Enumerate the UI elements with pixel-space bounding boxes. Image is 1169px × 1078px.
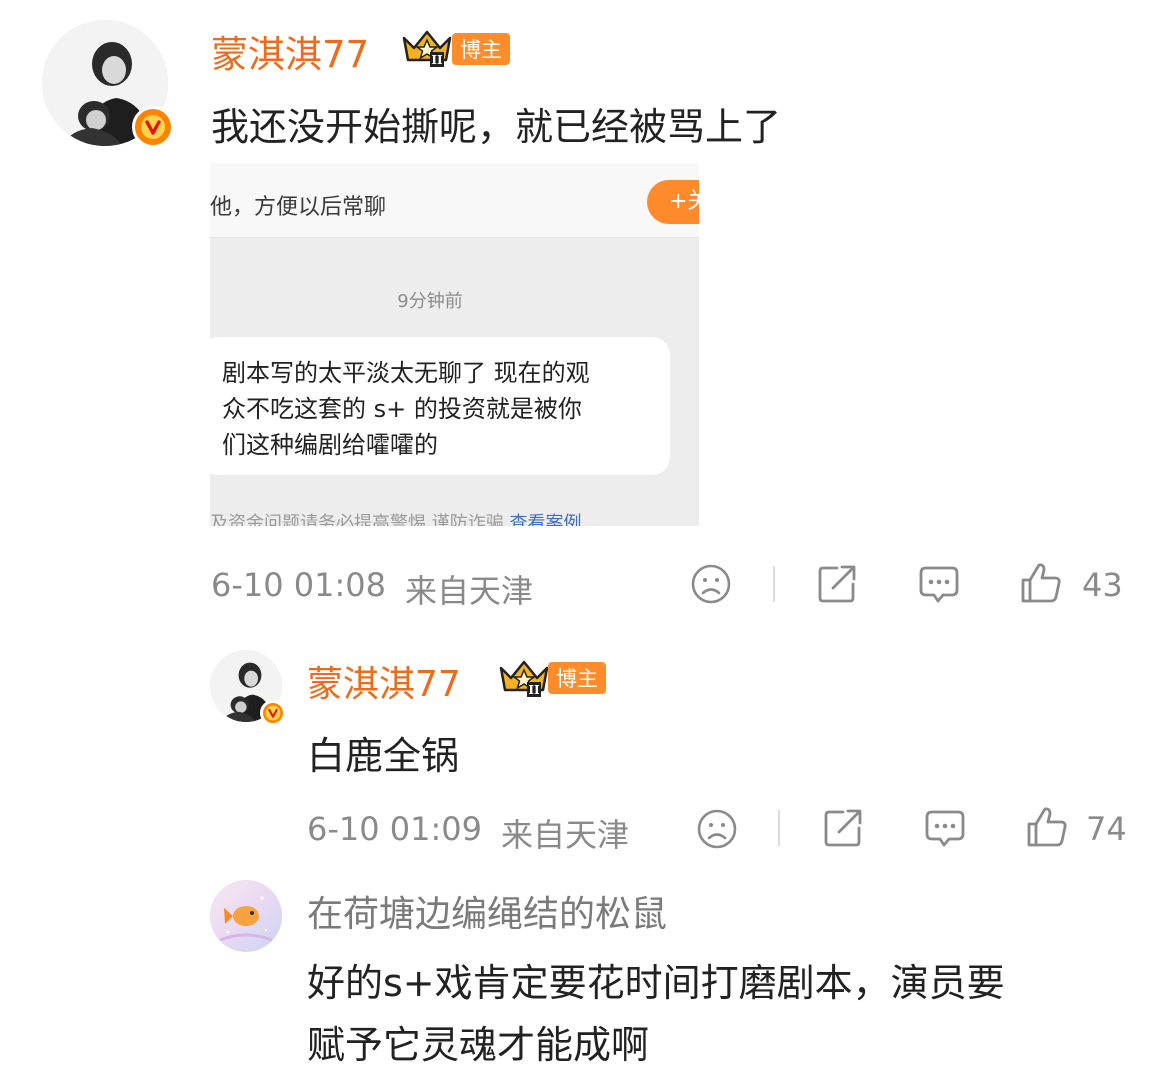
comment-icon[interactable] xyxy=(923,808,967,850)
bubble-line: 众不吃这套的 s+ 的投资就是被你 xyxy=(222,395,582,423)
verified-v-icon xyxy=(132,106,174,148)
avatar[interactable] xyxy=(210,880,282,952)
attachment-timestamp: 9分钟前 xyxy=(397,291,463,312)
comment-1-avatar-wrap[interactable] xyxy=(42,20,176,148)
comment-icon[interactable] xyxy=(917,564,961,606)
comment-2-location: 来自天津 xyxy=(501,816,630,854)
action-divider xyxy=(778,810,780,846)
crown-icon: II xyxy=(400,28,454,68)
attachment-header-text: 他，方便以后常聊 xyxy=(210,195,387,220)
sad-face-icon[interactable] xyxy=(690,563,732,605)
blogger-badge: 博主 xyxy=(548,662,606,694)
comment-2-like-count: 74 xyxy=(1086,810,1127,848)
comment-3-text-line-1: 好的s+戏肯定要花时间打磨剧本，演员要 xyxy=(307,961,1005,1005)
comment-1-text: 我还没开始撕呢，就已经被骂上了 xyxy=(211,105,782,149)
comment-3-avatar-wrap[interactable] xyxy=(210,880,282,952)
comment-2-avatar-wrap[interactable] xyxy=(210,650,288,726)
share-icon[interactable] xyxy=(821,806,865,850)
action-divider xyxy=(773,566,775,602)
comment-1-location: 来自天津 xyxy=(405,572,534,610)
comment-1-time: 6-10 01:08 xyxy=(211,566,387,604)
svg-text:II: II xyxy=(431,53,443,67)
comment-2-time: 6-10 01:09 xyxy=(307,810,483,848)
comment-1-image-attachment[interactable]: 他，方便以后常聊 +关 9分钟前 剧本写的太平淡太无聊了 现在的观 众不吃这套的… xyxy=(210,163,699,526)
crown-icon: II xyxy=(497,658,551,698)
attachment-message-bubble: 剧本写的太平淡太无聊了 现在的观 众不吃这套的 s+ 的投资就是被你 们这种编剧… xyxy=(210,337,670,475)
svg-text:II: II xyxy=(528,683,540,697)
thumbs-up-icon[interactable] xyxy=(1024,804,1070,850)
bubble-line: 剧本写的太平淡太无聊了 现在的观 xyxy=(222,359,590,387)
bubble-line: 们这种编剧给嚯嚯的 xyxy=(222,431,438,459)
verified-v-icon xyxy=(260,700,286,726)
share-icon[interactable] xyxy=(815,562,859,606)
thumbs-up-icon[interactable] xyxy=(1018,560,1064,606)
attachment-follow-button: +关 xyxy=(647,180,699,224)
avatar-image xyxy=(210,880,282,952)
comment-1-username[interactable]: 蒙淇淇77 xyxy=(211,24,369,78)
attachment-footer-text: 及资金问题请务必提高警惕 谨防诈骗 xyxy=(210,513,510,526)
comment-1-like-count: 43 xyxy=(1082,566,1123,604)
blogger-badge: 博主 xyxy=(452,33,510,65)
comment-3-username[interactable]: 在荷塘边编绳结的松鼠 xyxy=(307,885,667,937)
comment-2-text: 白鹿全锅 xyxy=(307,734,460,778)
comment-3-text-line-2: 赋予它灵魂才能成啊 xyxy=(307,1023,650,1067)
attachment-footer-link: 查看案例 xyxy=(509,513,582,526)
comment-2-username[interactable]: 蒙淇淇77 xyxy=(307,655,461,707)
attachment-header: 他，方便以后常聊 +关 xyxy=(210,163,699,238)
attachment-footer: 及资金问题请务必提高警惕 谨防诈骗 查看案例 xyxy=(210,509,581,526)
sad-face-icon[interactable] xyxy=(696,808,738,850)
